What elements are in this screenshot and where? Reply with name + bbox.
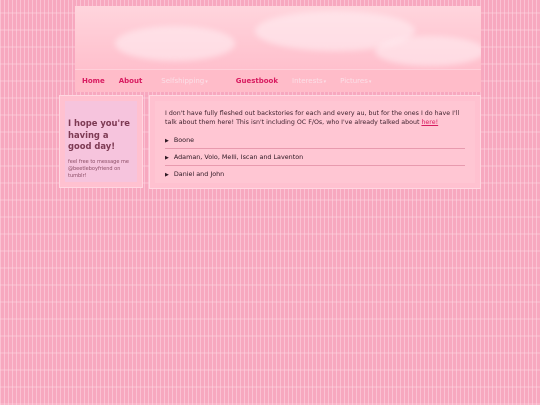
chevron-down-icon: ▾ <box>323 79 327 85</box>
nav-item-home[interactable]: Home <box>82 77 105 85</box>
disclosure-triangle-icon: ▶ <box>165 138 169 144</box>
disclosure-triangle-icon: ▶ <box>165 155 169 161</box>
chevron-down-icon: ▾ <box>205 79 208 85</box>
details-summary-boone[interactable]: ▶ Boone <box>165 132 465 149</box>
details-summary-label: Daniel and John <box>173 170 225 178</box>
main-card: I don't have fully fleshed out backstori… <box>155 101 475 183</box>
nav-item-selfshipping[interactable]: Selfshipping▾ <box>161 77 207 85</box>
main-content: I don't have fully fleshed out backstori… <box>149 95 481 189</box>
sidebar-note: feel free to message me @beetleboyfriend… <box>68 158 129 179</box>
details-summary-daniel[interactable]: ▶ Daniel and John <box>165 166 465 182</box>
nav-item-pictures-label: Pictures <box>340 77 368 85</box>
nav-item-guestbook[interactable]: Guestbook <box>236 77 278 85</box>
nav-item-about[interactable]: About <box>119 77 143 85</box>
nav-item-interests-label: Interests <box>292 77 323 85</box>
nav-item-interests[interactable]: Interests▾ <box>292 77 326 85</box>
sidebar-greeting: I hope you're having a good day! <box>68 118 130 151</box>
details-summary-adaman[interactable]: ▶ Adaman, Volo, Melli, Iscan and Laventon <box>165 149 465 166</box>
here-link[interactable]: here! <box>421 119 438 126</box>
details-list: ▶ Boone ▶ Adaman, Volo, Melli, Iscan and L… <box>165 132 465 182</box>
nav-bar: Home About Selfshipping▾ Guestbook Inter… <box>75 69 481 92</box>
details-summary-label: Adaman, Volo, Melli, Iscan and Laventon <box>173 153 304 161</box>
page-container: Home About Selfshipping▾ Guestbook Inter… <box>75 6 481 92</box>
nav-item-selfshipping-label: Selfshipping <box>161 77 205 85</box>
sidebar: I hope you're having a good day! feel fr… <box>59 95 143 188</box>
chevron-down-icon: ▾ <box>368 79 372 85</box>
disclosure-triangle-icon: ▶ <box>165 172 169 178</box>
sidebar-card: I hope you're having a good day! feel fr… <box>65 101 137 182</box>
intro-body: I don't have fully fleshed out backstori… <box>165 110 460 126</box>
intro-text: I don't have fully fleshed out backstori… <box>165 109 465 127</box>
header-banner <box>75 6 481 69</box>
nav-item-pictures[interactable]: Pictures▾ <box>340 77 371 85</box>
details-summary-label: Boone <box>173 136 195 144</box>
